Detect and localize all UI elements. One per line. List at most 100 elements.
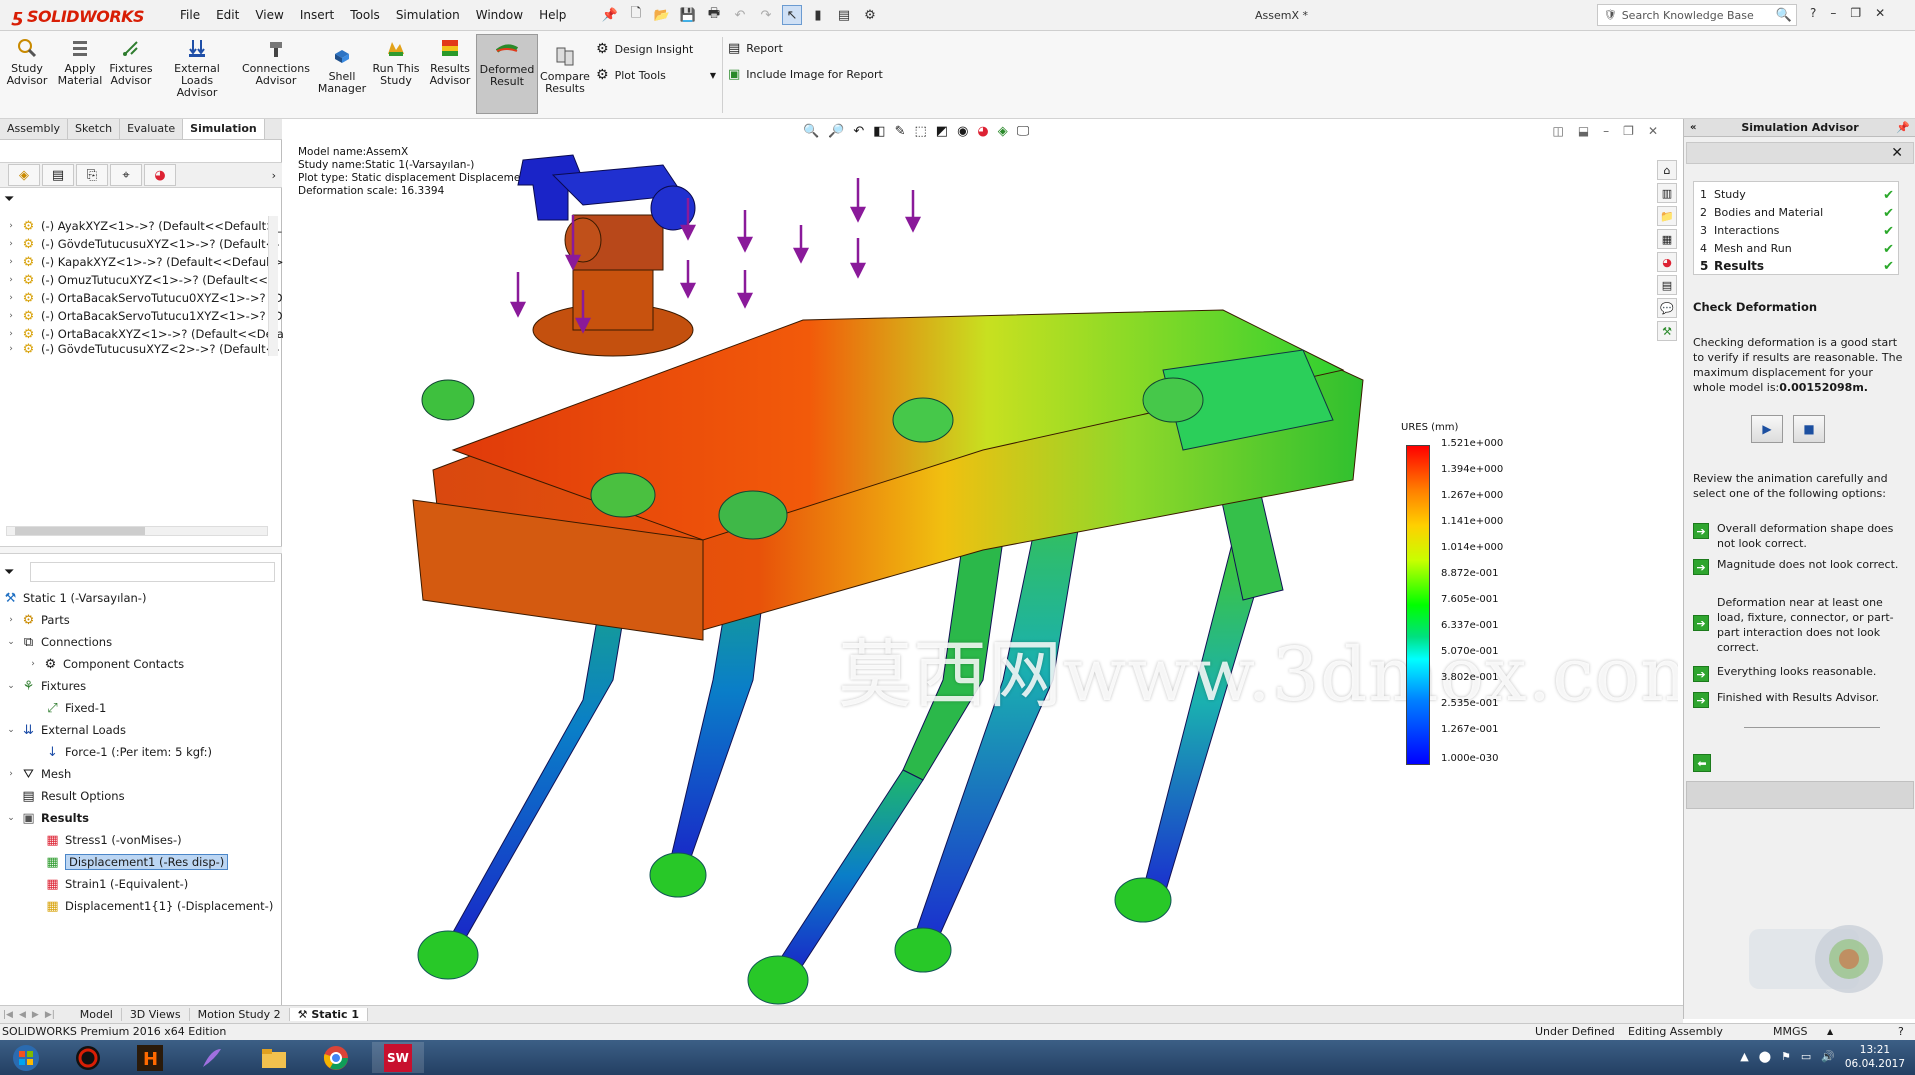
- tab-static-1[interactable]: ⚒ Static 1: [289, 1008, 369, 1021]
- compare-results-button[interactable]: Compare Results: [540, 45, 590, 95]
- tab-3d-views[interactable]: 3D Views: [122, 1008, 190, 1021]
- forum-icon[interactable]: 💬: [1657, 298, 1677, 318]
- taskbar-clock[interactable]: 13:21 06.04.2017: [1845, 1043, 1905, 1071]
- menu-edit[interactable]: Edit: [208, 8, 247, 22]
- search-input[interactable]: Search Knowledge Base: [1622, 9, 1754, 22]
- network-icon[interactable]: ⬤: [1759, 1050, 1771, 1063]
- tree-item-fixtures[interactable]: ⌄ ⚘ Fixtures: [6, 676, 86, 696]
- chevron-up-icon[interactable]: ▲: [1827, 1024, 1833, 1040]
- options-gear-icon[interactable]: ⚙: [860, 5, 880, 25]
- file-explorer-icon[interactable]: 📁: [1657, 206, 1677, 226]
- collapse-arrow-icon[interactable]: ⌄: [6, 681, 16, 691]
- tree-item-stress1[interactable]: ▦ Stress1 (-vonMises-): [44, 830, 181, 850]
- select-pointer-icon[interactable]: ↖: [782, 5, 802, 25]
- restore-icon[interactable]: ❐: [1850, 6, 1861, 20]
- tree-item-mesh[interactable]: › ⛛ Mesh: [6, 764, 71, 784]
- menu-help[interactable]: Help: [531, 8, 574, 22]
- start-button-icon[interactable]: [0, 1042, 52, 1073]
- tab-model[interactable]: Model: [72, 1008, 122, 1021]
- tab-sketch[interactable]: Sketch: [68, 119, 121, 139]
- collapse-arrow-icon[interactable]: ⌄: [6, 637, 16, 647]
- pin-icon[interactable]: 📌: [600, 5, 620, 25]
- power-app-icon[interactable]: [62, 1042, 114, 1073]
- tree-item-component[interactable]: › ⚙ (-) GövdeTutucusuXYZ<2>->? (Default<-: [6, 342, 279, 356]
- last-tab-icon[interactable]: ▶|: [42, 1010, 58, 1020]
- collapse-arrow-icon[interactable]: ⌄: [6, 725, 16, 735]
- external-loads-advisor-button[interactable]: External Loads Advisor: [160, 37, 234, 99]
- menu-tools[interactable]: Tools: [342, 8, 388, 22]
- plot-tools-button[interactable]: ⚙ Plot Tools ▼: [596, 67, 716, 83]
- expand-arrow-icon[interactable]: ›: [6, 221, 16, 231]
- minimize-icon[interactable]: –: [1830, 6, 1836, 20]
- tab-motion-study-2[interactable]: Motion Study 2: [190, 1008, 290, 1021]
- traffic-light-icon[interactable]: ▮: [808, 5, 828, 25]
- graphics-area[interactable]: Model name:AssemX Study name:Static 1(-V…: [283, 120, 1678, 1005]
- appearances-icon[interactable]: ◕: [1657, 252, 1677, 272]
- close-icon[interactable]: ✕: [1875, 6, 1885, 20]
- expand-arrow-icon[interactable]: ›: [6, 329, 16, 339]
- save-icon[interactable]: 💾: [678, 5, 698, 25]
- tree-item-result-options[interactable]: ▤ Result Options: [6, 786, 124, 806]
- flag-icon[interactable]: ⚑: [1781, 1050, 1791, 1063]
- step-bodies-material[interactable]: 2 Bodies and Material ✔: [1700, 206, 1894, 222]
- display-manager-icon[interactable]: ◕: [144, 164, 176, 186]
- tree-item-strain1[interactable]: ▦ Strain1 (-Equivalent-): [44, 874, 188, 894]
- print-icon[interactable]: 🖶: [704, 5, 724, 25]
- step-interactions[interactable]: 3 Interactions ✔: [1700, 224, 1894, 240]
- pane-splitter[interactable]: [0, 546, 282, 554]
- menu-simulation[interactable]: Simulation: [388, 8, 468, 22]
- tab-assembly[interactable]: Assembly: [0, 119, 69, 139]
- robot-displacement-model[interactable]: [283, 120, 1678, 1005]
- design-library-icon[interactable]: ▥: [1657, 183, 1677, 203]
- simulation-advisor-tab-icon[interactable]: ⚒: [1657, 321, 1677, 341]
- back-arrow-icon[interactable]: ⬅: [1693, 754, 1711, 772]
- tree-item-component[interactable]: › ⚙ (-) OmuzTutucuXYZ<1>->? (Default<<D: [6, 270, 277, 290]
- connections-advisor-button[interactable]: Connections Advisor: [242, 37, 310, 87]
- stop-icon[interactable]: ■: [1793, 415, 1825, 443]
- include-image-button[interactable]: ▣ Include Image for Report: [728, 67, 883, 82]
- run-this-study-button[interactable]: Run This Study: [372, 37, 420, 87]
- expand-arrow-icon[interactable]: ›: [6, 344, 16, 354]
- option-everything-reasonable[interactable]: ➔ Everything looks reasonable.: [1693, 664, 1907, 682]
- option-magnitude[interactable]: ➔ Magnitude does not look correct.: [1693, 557, 1907, 575]
- menu-file[interactable]: File: [172, 8, 208, 22]
- double-chevron-icon[interactable]: «: [1690, 119, 1696, 137]
- tree-item-component[interactable]: › ⚙ (-) GövdeTutucusuXYZ<1>->? (Default<-: [6, 234, 279, 254]
- solidworks-taskbar-icon[interactable]: SW: [372, 1042, 424, 1073]
- previous-tab-icon[interactable]: ◀: [16, 1010, 29, 1020]
- home-icon[interactable]: ⌂: [1657, 160, 1677, 180]
- expand-arrow-icon[interactable]: ›: [6, 257, 16, 267]
- chevron-down-icon[interactable]: ▼: [710, 71, 716, 80]
- step-study[interactable]: 1 Study ✔: [1700, 188, 1894, 204]
- fixtures-advisor-button[interactable]: Fixtures Advisor: [108, 37, 154, 87]
- tree-item-parts[interactable]: › ⚙ Parts: [6, 610, 70, 630]
- tree-item-component[interactable]: › ⚙ (-) OrtaBacakServoTutucu1XYZ<1>->? (D: [6, 306, 282, 326]
- menu-window[interactable]: Window: [468, 8, 531, 22]
- tree-item-study[interactable]: ⚒ Static 1 (-Varsayılan-): [2, 588, 147, 608]
- close-icon[interactable]: ✕: [1891, 145, 1903, 161]
- knowledge-base-search[interactable]: 🛡 Search Knowledge Base 🔍: [1597, 4, 1797, 26]
- tree-item-displacement1[interactable]: ▦ Displacement1 (-Res disp-): [44, 852, 229, 872]
- report-button[interactable]: ▤ Report: [728, 41, 783, 56]
- dimxpert-icon[interactable]: ⌖: [110, 164, 142, 186]
- tree-item-force1[interactable]: ↓ Force-1 (:Per item: 5 kgf:): [44, 742, 212, 762]
- expand-arrow-icon[interactable]: ›: [6, 239, 16, 249]
- view-palette-icon[interactable]: ▦: [1657, 229, 1677, 249]
- configuration-manager-icon[interactable]: ⎘: [76, 164, 108, 186]
- study-advisor-button[interactable]: Study Advisor: [7, 37, 47, 87]
- next-tab-icon[interactable]: ▶: [29, 1010, 42, 1020]
- option-near-load[interactable]: ➔ Deformation near at least one load, fix…: [1693, 595, 1907, 655]
- expand-arrow-icon[interactable]: ›: [6, 769, 16, 779]
- design-insight-button[interactable]: ⚙ Design Insight: [596, 41, 693, 57]
- volume-icon[interactable]: 🔊: [1821, 1050, 1835, 1063]
- step-results[interactable]: 5 Results ✔: [1700, 259, 1894, 275]
- display-icon[interactable]: ▭: [1801, 1050, 1811, 1063]
- solidworks-logo[interactable]: ƽ SOLIDWORKS: [12, 4, 145, 28]
- tree-item-component-contacts[interactable]: › ⚙ Component Contacts: [28, 654, 184, 674]
- expand-arrow-icon[interactable]: ›: [6, 615, 16, 625]
- chrome-icon[interactable]: [310, 1042, 362, 1073]
- tree-item-external-loads[interactable]: ⌄ ⇊ External Loads: [6, 720, 126, 740]
- undo-icon[interactable]: ↶: [730, 5, 750, 25]
- step-mesh-run[interactable]: 4 Mesh and Run ✔: [1700, 242, 1894, 258]
- tray-chevron-icon[interactable]: ▲: [1740, 1050, 1748, 1063]
